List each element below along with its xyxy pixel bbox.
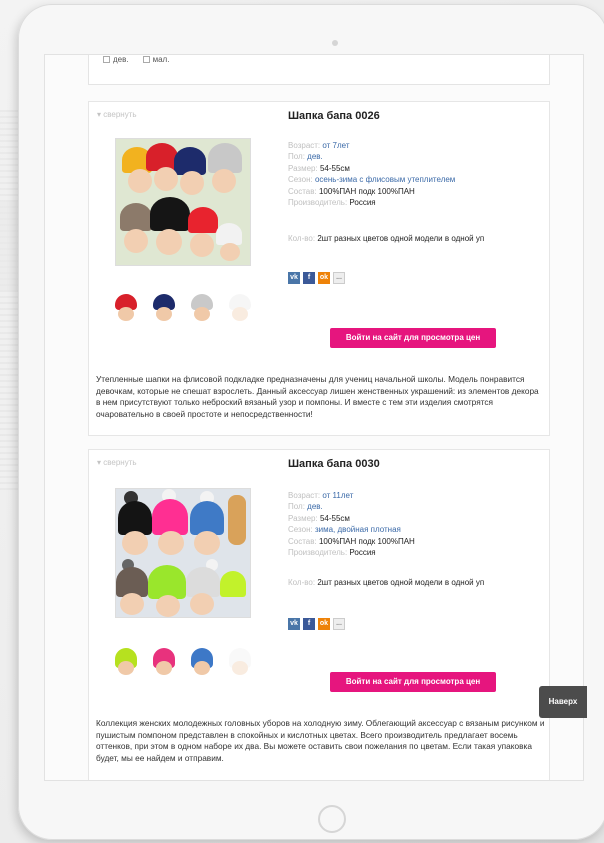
property-age: Возраст: от 11лет xyxy=(288,491,354,500)
vk-icon[interactable]: vk xyxy=(288,618,300,630)
facebook-icon[interactable]: f xyxy=(303,272,315,284)
thumbnail[interactable] xyxy=(147,646,179,678)
share-buttons: vk f ok ... xyxy=(288,618,345,630)
property-season: Сезон: осень-зима с флисовым утеплителем xyxy=(288,175,456,185)
vk-icon[interactable]: vk xyxy=(288,272,300,284)
scroll-to-top-button[interactable]: Наверх xyxy=(539,686,587,718)
login-to-see-prices-button[interactable]: Войти на сайт для просмотра цен xyxy=(330,672,496,692)
product-description: Утепленные шапки на флисовой подкладке п… xyxy=(96,374,539,419)
thumbnail[interactable] xyxy=(223,646,255,678)
property-quantity: Кол-во: 2шт разных цветов одной модели в… xyxy=(288,578,485,587)
gender-option-label: мал. xyxy=(152,55,170,64)
product-main-image[interactable] xyxy=(115,488,251,618)
collapse-link[interactable]: ▾ свернуть xyxy=(97,458,137,467)
login-to-see-prices-button[interactable]: Войти на сайт для просмотра цен xyxy=(330,328,496,348)
property-manufacturer: Производитель: Россия xyxy=(288,198,376,208)
property-size: Размер: 54-55см xyxy=(288,513,350,523)
property-age: Возраст: от 7лет xyxy=(288,141,350,150)
more-icon[interactable]: ... xyxy=(333,272,345,284)
property-material: Состав: 100%ПАН подк 100%ПАН xyxy=(288,186,415,196)
filter-card: дев. мал. xyxy=(88,55,550,85)
property-gender: Пол: дев. xyxy=(288,152,323,162)
thumbnail-strip xyxy=(109,292,255,324)
property-quantity: Кол-во: 2шт разных цветов одной модели в… xyxy=(288,234,485,243)
thumbnail[interactable] xyxy=(109,646,141,678)
property-gender: Пол: дев. xyxy=(288,502,323,512)
home-button[interactable] xyxy=(318,805,346,833)
product-main-image[interactable] xyxy=(115,138,251,266)
product-description: Коллекция женских молодежных головных уб… xyxy=(96,718,545,763)
thumbnail-strip xyxy=(109,646,255,678)
thumbnail[interactable] xyxy=(185,646,217,678)
thumbnail[interactable] xyxy=(223,292,255,324)
thumbnail[interactable] xyxy=(147,292,179,324)
product-card: ▾ свернуть Шапка бапа 0030 Возраст: от 1… xyxy=(88,449,550,780)
facebook-icon[interactable]: f xyxy=(303,618,315,630)
gender-option-girls[interactable]: дев. xyxy=(103,55,129,64)
product-properties: Возраст: от 11лет Пол: дев. Размер: 54-5… xyxy=(288,490,415,558)
product-card: ▾ свернуть Шапка бапа 0026 Возраст: от 7… xyxy=(88,101,550,436)
property-season: Сезон: зима, двойная плотная xyxy=(288,525,401,535)
product-title[interactable]: Шапка бапа 0026 xyxy=(288,110,380,122)
share-buttons: vk f ok ... xyxy=(288,272,345,284)
checkbox-icon[interactable] xyxy=(142,56,150,63)
gender-option-label: дев. xyxy=(113,55,129,64)
odnoklassniki-icon[interactable]: ok xyxy=(318,272,330,284)
checkbox-icon[interactable] xyxy=(103,56,110,63)
gender-filter: дев. мал. xyxy=(103,55,169,64)
screen: дев. мал. ▾ свернуть Шапка бапа 0026 Воз… xyxy=(44,54,584,781)
property-material: Состав: 100%ПАН подк 100%ПАН xyxy=(288,536,415,546)
property-size: Размер: 54-55см xyxy=(288,163,350,173)
collapse-link[interactable]: ▾ свернуть xyxy=(97,110,137,119)
thumbnail[interactable] xyxy=(185,292,217,324)
product-title[interactable]: Шапка бапа 0030 xyxy=(288,458,380,470)
gender-option-boys[interactable]: мал. xyxy=(142,55,170,64)
thumbnail[interactable] xyxy=(109,292,141,324)
more-icon[interactable]: ... xyxy=(333,618,345,630)
product-properties: Возраст: от 7лет Пол: дев. Размер: 54-55… xyxy=(288,140,455,208)
property-manufacturer: Производитель: Россия xyxy=(288,548,376,558)
odnoklassniki-icon[interactable]: ok xyxy=(318,618,330,630)
camera-icon xyxy=(332,40,338,46)
